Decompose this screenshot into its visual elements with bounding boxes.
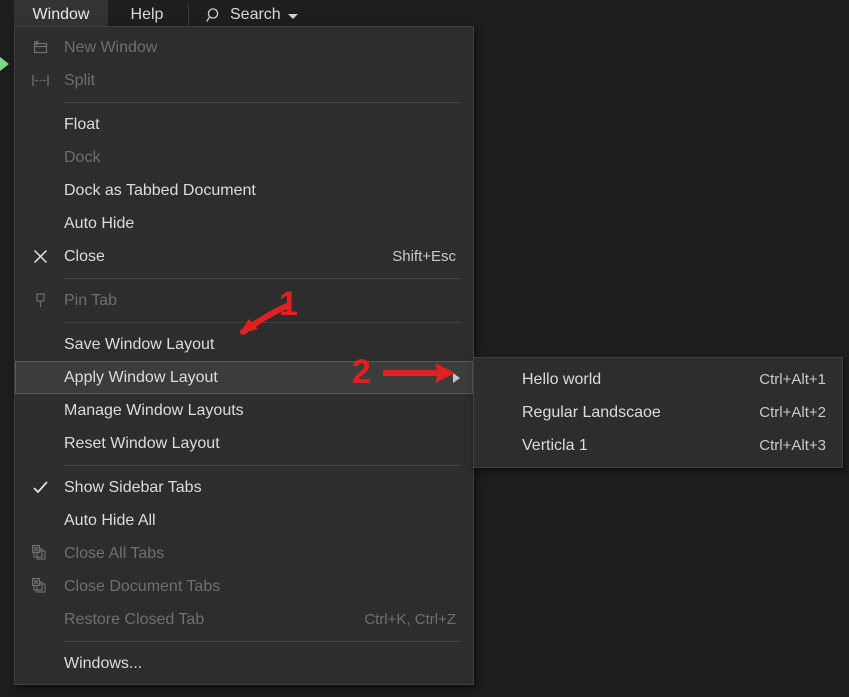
menu-item-label: Dock xyxy=(64,148,101,166)
close-icon xyxy=(32,248,49,265)
submenu-arrow-icon[interactable] xyxy=(453,372,460,383)
menu-item-label: New Window xyxy=(64,38,158,56)
submenu-item-label: Verticla 1 xyxy=(522,436,588,454)
menu-item-windows[interactable]: Windows... xyxy=(15,647,473,680)
tab-help-label: Help xyxy=(130,6,164,23)
menu-item-label: Close All Tabs xyxy=(64,544,165,562)
submenu-item-label: Regular Landscaoe xyxy=(522,403,661,421)
window-menu-dropdown: New Window Split Float Dock Dock as Tabbed D… xyxy=(14,26,474,685)
close-document-tabs-icon xyxy=(31,577,50,596)
submenu-item-shortcut: Ctrl+Alt+1 xyxy=(759,371,826,388)
menu-item-gutter xyxy=(16,38,64,57)
menu-item-label: Reset Window Layout xyxy=(64,434,220,452)
menu-separator xyxy=(63,102,461,103)
submenu-item-regular-landscaoe[interactable]: Regular Landscaoe Ctrl+Alt+2 xyxy=(474,396,842,429)
menu-item-restore-closed-tab: Restore Closed Tab Ctrl+K, Ctrl+Z xyxy=(15,603,473,636)
submenu-item-shortcut: Ctrl+Alt+3 xyxy=(759,437,826,454)
menu-item-label: Apply Window Layout xyxy=(64,368,218,386)
submenu-item-shortcut: Ctrl+Alt+2 xyxy=(759,404,826,421)
split-icon xyxy=(31,71,50,90)
menu-item-apply-window-layout[interactable]: Apply Window Layout xyxy=(15,361,473,394)
menu-separator xyxy=(63,278,461,279)
menu-item-label: Split xyxy=(64,71,96,89)
menu-item-label: Auto Hide xyxy=(64,214,135,232)
menu-item-gutter xyxy=(16,478,64,497)
submenu-item-label: Hello world xyxy=(522,370,602,388)
submenu-item-verticla-1[interactable]: Verticla 1 Ctrl+Alt+3 xyxy=(474,429,842,462)
menu-item-label: Dock as Tabbed Document xyxy=(64,181,256,199)
menu-item-label: Float xyxy=(64,115,100,133)
menubar-divider xyxy=(188,3,189,27)
menu-item-label: Close Document Tabs xyxy=(64,577,221,595)
menu-item-label: Windows... xyxy=(64,654,143,672)
menu-item-dock-as-tabbed-document[interactable]: Dock as Tabbed Document xyxy=(15,174,473,207)
run-marker-icon xyxy=(0,57,9,71)
menu-item-dock: Dock xyxy=(15,141,473,174)
menu-item-close[interactable]: Close Shift+Esc xyxy=(15,240,473,273)
menu-item-manage-window-layouts[interactable]: Manage Window Layouts xyxy=(15,394,473,427)
chevron-down-icon[interactable] xyxy=(287,13,298,19)
menu-item-pin-tab: Pin Tab xyxy=(15,284,473,317)
menu-item-shortcut: Ctrl+K, Ctrl+Z xyxy=(364,611,456,628)
menu-item-label: Manage Window Layouts xyxy=(64,401,244,419)
close-all-tabs-icon xyxy=(31,544,50,563)
menu-item-close-all-tabs: Close All Tabs xyxy=(15,537,473,570)
menu-item-show-sidebar-tabs[interactable]: Show Sidebar Tabs xyxy=(15,471,473,504)
menu-item-close-document-tabs: Close Document Tabs xyxy=(15,570,473,603)
menu-item-gutter xyxy=(16,291,64,310)
menu-item-gutter xyxy=(16,544,64,563)
check-icon xyxy=(31,478,50,497)
menu-item-label: Restore Closed Tab xyxy=(64,610,205,628)
apply-window-layout-submenu: Hello world Ctrl+Alt+1 Regular Landscaoe Ct… xyxy=(473,357,843,468)
menu-item-label: Close xyxy=(64,247,105,265)
menu-item-auto-hide-all[interactable]: Auto Hide All xyxy=(15,504,473,537)
tab-window-label: Window xyxy=(32,6,90,23)
menu-item-label: Show Sidebar Tabs xyxy=(64,478,202,496)
menu-item-label: Pin Tab xyxy=(64,291,118,309)
menu-separator xyxy=(63,322,461,323)
new-window-icon xyxy=(31,38,50,57)
menu-item-label: Auto Hide All xyxy=(64,511,156,529)
menu-item-save-window-layout[interactable]: Save Window Layout xyxy=(15,328,473,361)
submenu-item-hello-world[interactable]: Hello world Ctrl+Alt+1 xyxy=(474,363,842,396)
menu-item-new-window: New Window xyxy=(15,31,473,64)
menu-item-reset-window-layout[interactable]: Reset Window Layout xyxy=(15,427,473,460)
menu-item-auto-hide[interactable]: Auto Hide xyxy=(15,207,473,240)
menu-separator xyxy=(63,641,461,642)
menu-separator xyxy=(63,465,461,466)
menu-item-gutter xyxy=(16,577,64,596)
menu-item-shortcut: Shift+Esc xyxy=(392,248,456,265)
menu-item-split: Split xyxy=(15,64,473,97)
menu-item-gutter xyxy=(16,71,64,90)
menu-item-label: Save Window Layout xyxy=(64,335,215,353)
menu-item-gutter xyxy=(16,248,64,265)
search-icon xyxy=(206,7,223,24)
menu-item-float[interactable]: Float xyxy=(15,108,473,141)
pin-icon xyxy=(31,291,50,310)
